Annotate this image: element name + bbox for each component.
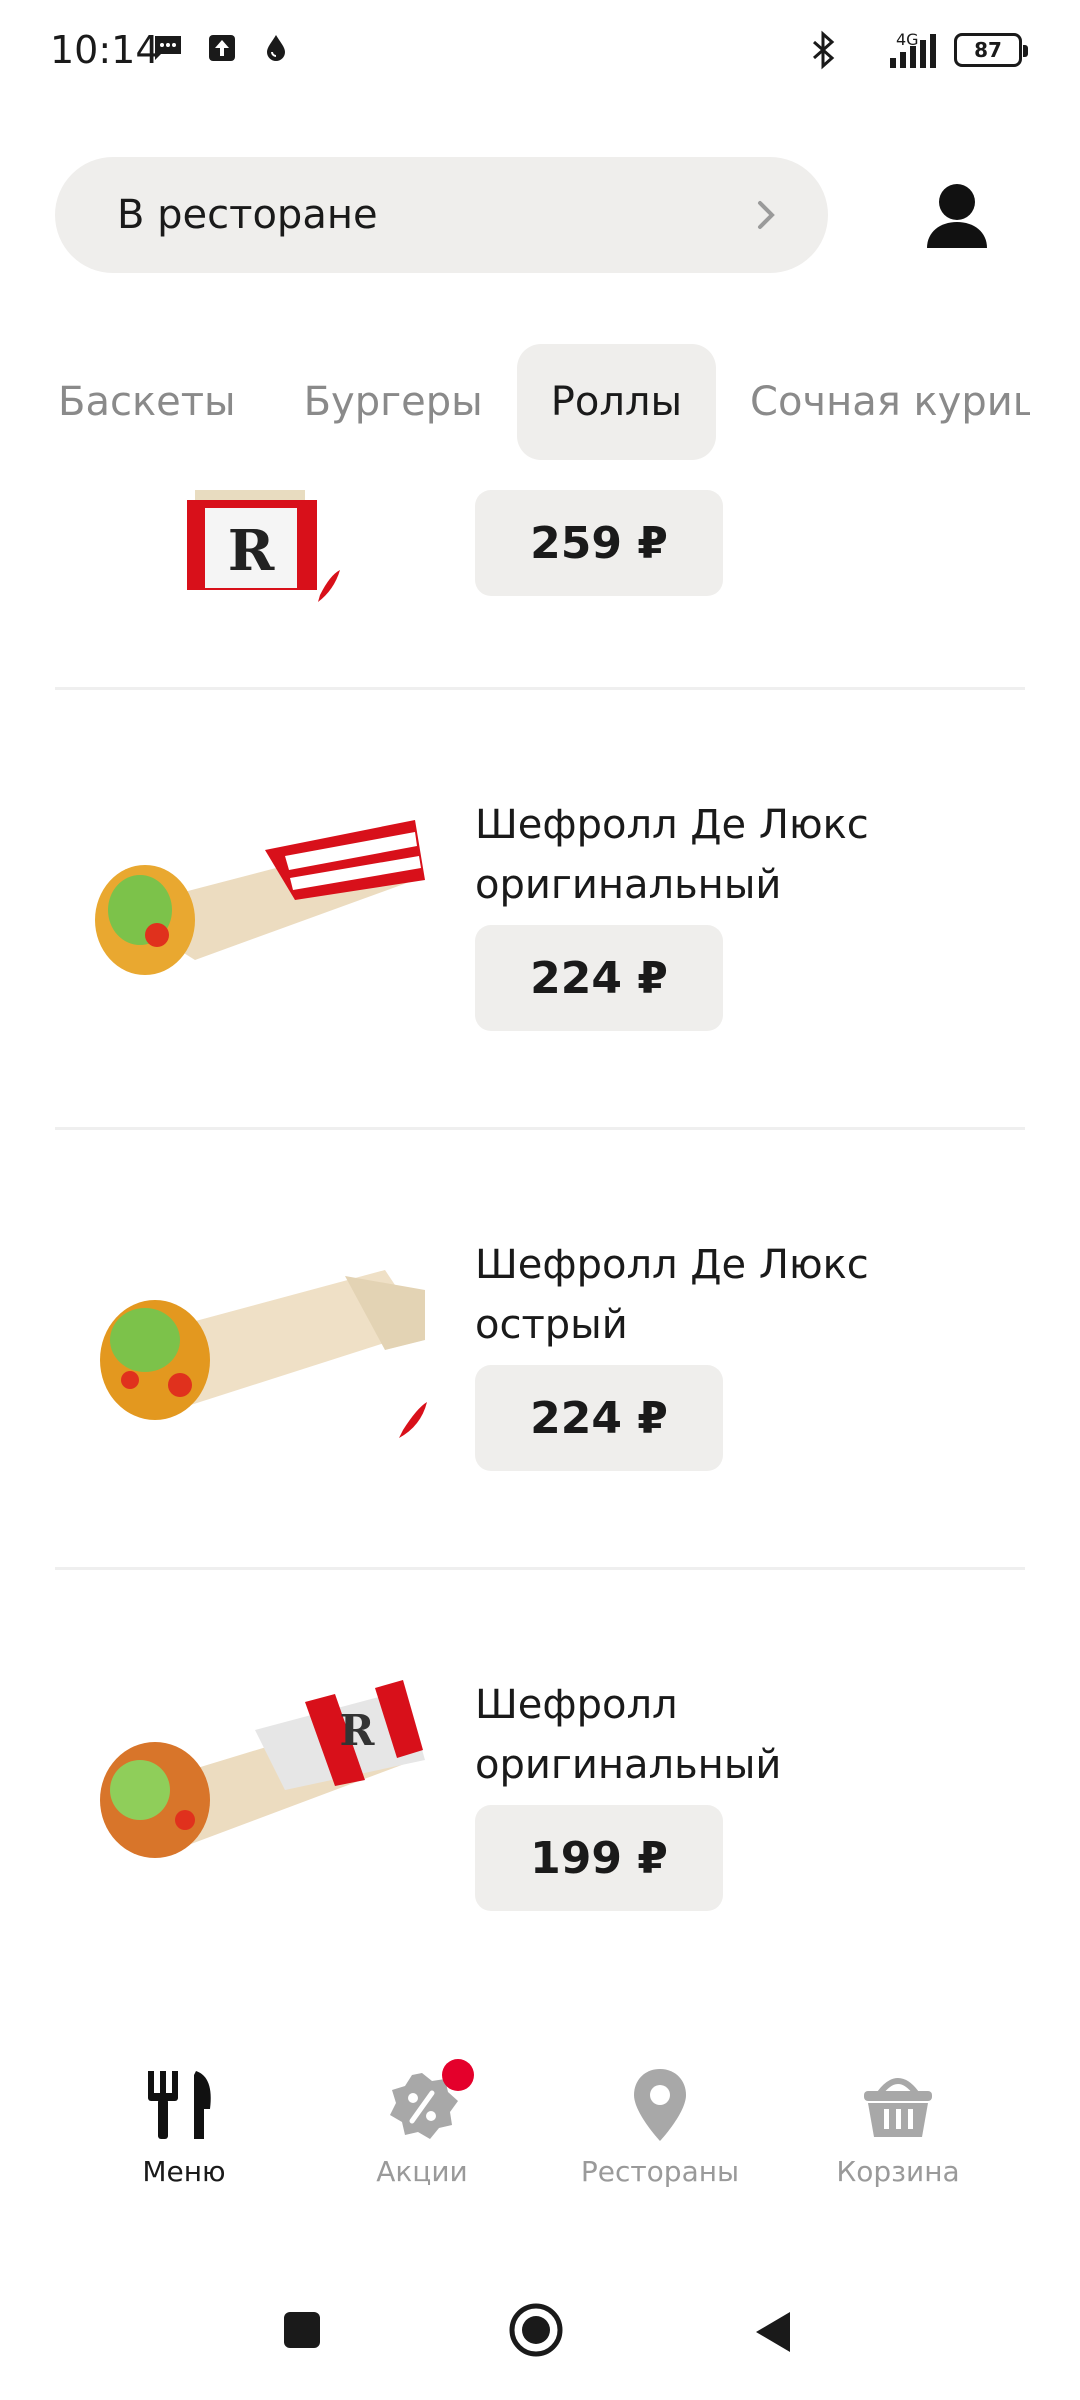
recents-button[interactable] <box>282 2310 322 2350</box>
nav-menu[interactable]: Меню <box>64 2065 304 2188</box>
nav-label: Меню <box>142 2155 226 2188</box>
system-nav-bar <box>0 2270 1080 2400</box>
status-time: 10:14 <box>50 28 160 72</box>
nav-label: Корзина <box>836 2155 960 2188</box>
product-image: R <box>187 490 340 602</box>
product-image: R <box>100 1680 425 1858</box>
product-card[interactable]: Шефролл Де Люкс острый 224 ₽ <box>55 1130 1025 1570</box>
product-image <box>95 820 425 975</box>
location-selector[interactable]: В ресторане <box>55 157 828 273</box>
price-button[interactable]: 259 ₽ <box>475 490 723 596</box>
nav-label: Рестораны <box>580 2155 740 2188</box>
svg-text:R: R <box>228 518 275 584</box>
notification-badge <box>442 2059 474 2091</box>
product-image <box>100 1270 427 1438</box>
map-pin-icon <box>634 2069 686 2141</box>
nav-label: Акции <box>376 2155 468 2188</box>
profile-icon[interactable] <box>925 182 989 248</box>
spicy-icon <box>399 1402 427 1438</box>
bluetooth-icon <box>813 30 835 70</box>
notification-icons <box>152 32 292 64</box>
price-button[interactable]: 224 ₽ <box>475 1365 723 1471</box>
tab-juicy-chicken[interactable]: Сочная курица <box>716 344 1030 460</box>
signal-icon: 4G <box>852 30 940 70</box>
battery-icon: 87 <box>954 33 1028 67</box>
battery-level: 87 <box>974 38 1002 62</box>
drop-icon <box>267 35 285 61</box>
price-button[interactable]: 199 ₽ <box>475 1805 723 1911</box>
upload-icon <box>209 35 235 61</box>
price-button[interactable]: 224 ₽ <box>475 925 723 1031</box>
chevron-right-icon <box>758 201 775 229</box>
nav-cart[interactable]: Корзина <box>778 2065 1018 2188</box>
home-button[interactable] <box>508 2302 564 2358</box>
category-tabs: Баскеты Бургеры Роллы Сочная курица <box>50 343 1030 463</box>
nav-promotions[interactable]: Акции <box>302 2059 542 2188</box>
product-card[interactable]: R Шефролл оригинальный 199 ₽ <box>55 1570 1025 2005</box>
fork-knife-icon <box>148 2071 211 2139</box>
location-label: В ресторане <box>117 192 378 238</box>
tab-baskets[interactable]: Баскеты <box>50 344 270 460</box>
product-name: Шефролл Де Люкс оригинальный <box>475 802 869 908</box>
nav-restaurants[interactable]: Рестораны <box>540 2065 780 2188</box>
product-list: R 259 ₽ Шефролл Де Люкс оригинальный 224… <box>0 490 1080 2005</box>
product-card[interactable]: R 259 ₽ <box>55 490 1025 690</box>
bottom-nav: Меню Акции Рестораны Корзина <box>0 2005 1080 2235</box>
network-type: 4G <box>896 30 919 49</box>
status-bar: 10:14 4G 87 <box>0 0 1080 100</box>
tab-rolls[interactable]: Роллы <box>516 344 717 460</box>
message-icon <box>155 36 181 60</box>
system-status: 4G 87 <box>810 30 1028 70</box>
tab-burgers[interactable]: Бургеры <box>270 344 517 460</box>
svg-text:R: R <box>340 1706 376 1755</box>
product-card[interactable]: Шефролл Де Люкс оригинальный 224 ₽ <box>55 690 1025 1130</box>
product-name: Шефролл оригинальный <box>475 1682 782 1788</box>
basket-icon <box>864 2078 932 2137</box>
product-name: Шефролл Де Люкс острый <box>475 1242 869 1348</box>
spicy-icon <box>318 570 340 602</box>
back-button[interactable] <box>752 2310 792 2354</box>
